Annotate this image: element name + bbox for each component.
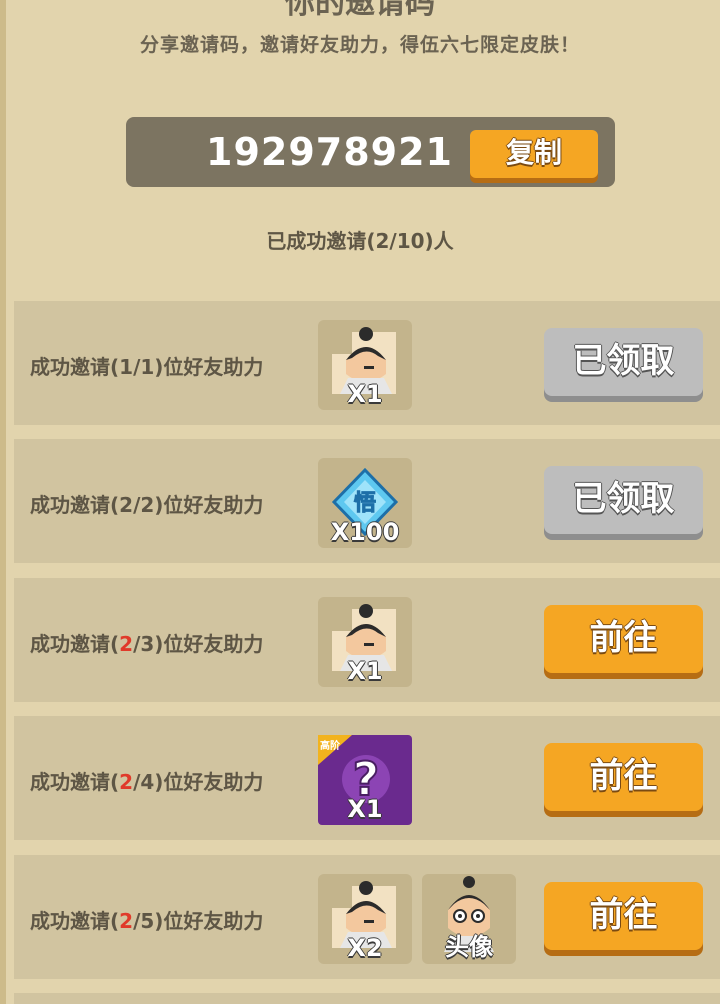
- reward-quantity: 头像: [445, 933, 493, 961]
- page-title: 你的邀请码: [285, 0, 435, 21]
- reward-row: 成功邀请(1/1)位好友助力 X1 已领取: [14, 301, 720, 425]
- reward-row: 成功邀请(2/4)位好友助力 ? 高阶 X1 前往: [14, 716, 720, 840]
- go-button[interactable]: 前往: [544, 743, 703, 811]
- svg-text:悟: 悟: [354, 491, 376, 516]
- claimed-button[interactable]: 已领取: [544, 328, 703, 396]
- claimed-button[interactable]: 已领取: [544, 466, 703, 534]
- invite-progress: 已成功邀请(2/10)人: [266, 229, 454, 253]
- reward-condition: 成功邀请(1/1)位好友助力: [30, 355, 264, 379]
- reward-item[interactable]: 头像: [422, 874, 516, 964]
- reward-quantity: X100: [330, 518, 400, 546]
- left-frame-border: [0, 0, 6, 1004]
- reward-condition: 成功邀请(2/4)位好友助力: [30, 770, 264, 794]
- reward-row-partial: [14, 993, 720, 1004]
- invite-code: 192978921: [206, 130, 453, 174]
- reward-row: 成功邀请(2/5)位好友助力 X2 头像 前往: [14, 855, 720, 979]
- reward-quantity: X1: [347, 380, 383, 408]
- reward-condition: 成功邀请(2/3)位好友助力: [30, 632, 264, 656]
- reward-row: 成功邀请(2/2)位好友助力 悟 X100 已领取: [14, 439, 720, 563]
- reward-condition: 成功邀请(2/5)位好友助力: [30, 909, 264, 933]
- reward-item[interactable]: ? 高阶 X1: [318, 735, 412, 825]
- reward-item[interactable]: X1: [318, 320, 412, 410]
- reward-quantity: X1: [347, 657, 383, 685]
- reward-row: 成功邀请(2/3)位好友助力 X1 前往: [14, 578, 720, 702]
- go-button[interactable]: 前往: [544, 882, 703, 950]
- reward-quantity: X2: [347, 934, 383, 962]
- invite-code-bar: 192978921 复制: [126, 117, 615, 187]
- page-subtitle: 分享邀请码，邀请好友助力，得伍六七限定皮肤！: [139, 34, 580, 56]
- reward-quantity: X1: [347, 795, 383, 823]
- reward-condition: 成功邀请(2/2)位好友助力: [30, 493, 264, 517]
- reward-item[interactable]: X1: [318, 597, 412, 687]
- copy-button[interactable]: 复制: [470, 130, 598, 178]
- reward-item[interactable]: X2: [318, 874, 412, 964]
- reward-item[interactable]: 悟 X100: [318, 458, 412, 548]
- go-button[interactable]: 前往: [544, 605, 703, 673]
- tier-tag: 高阶: [320, 741, 340, 752]
